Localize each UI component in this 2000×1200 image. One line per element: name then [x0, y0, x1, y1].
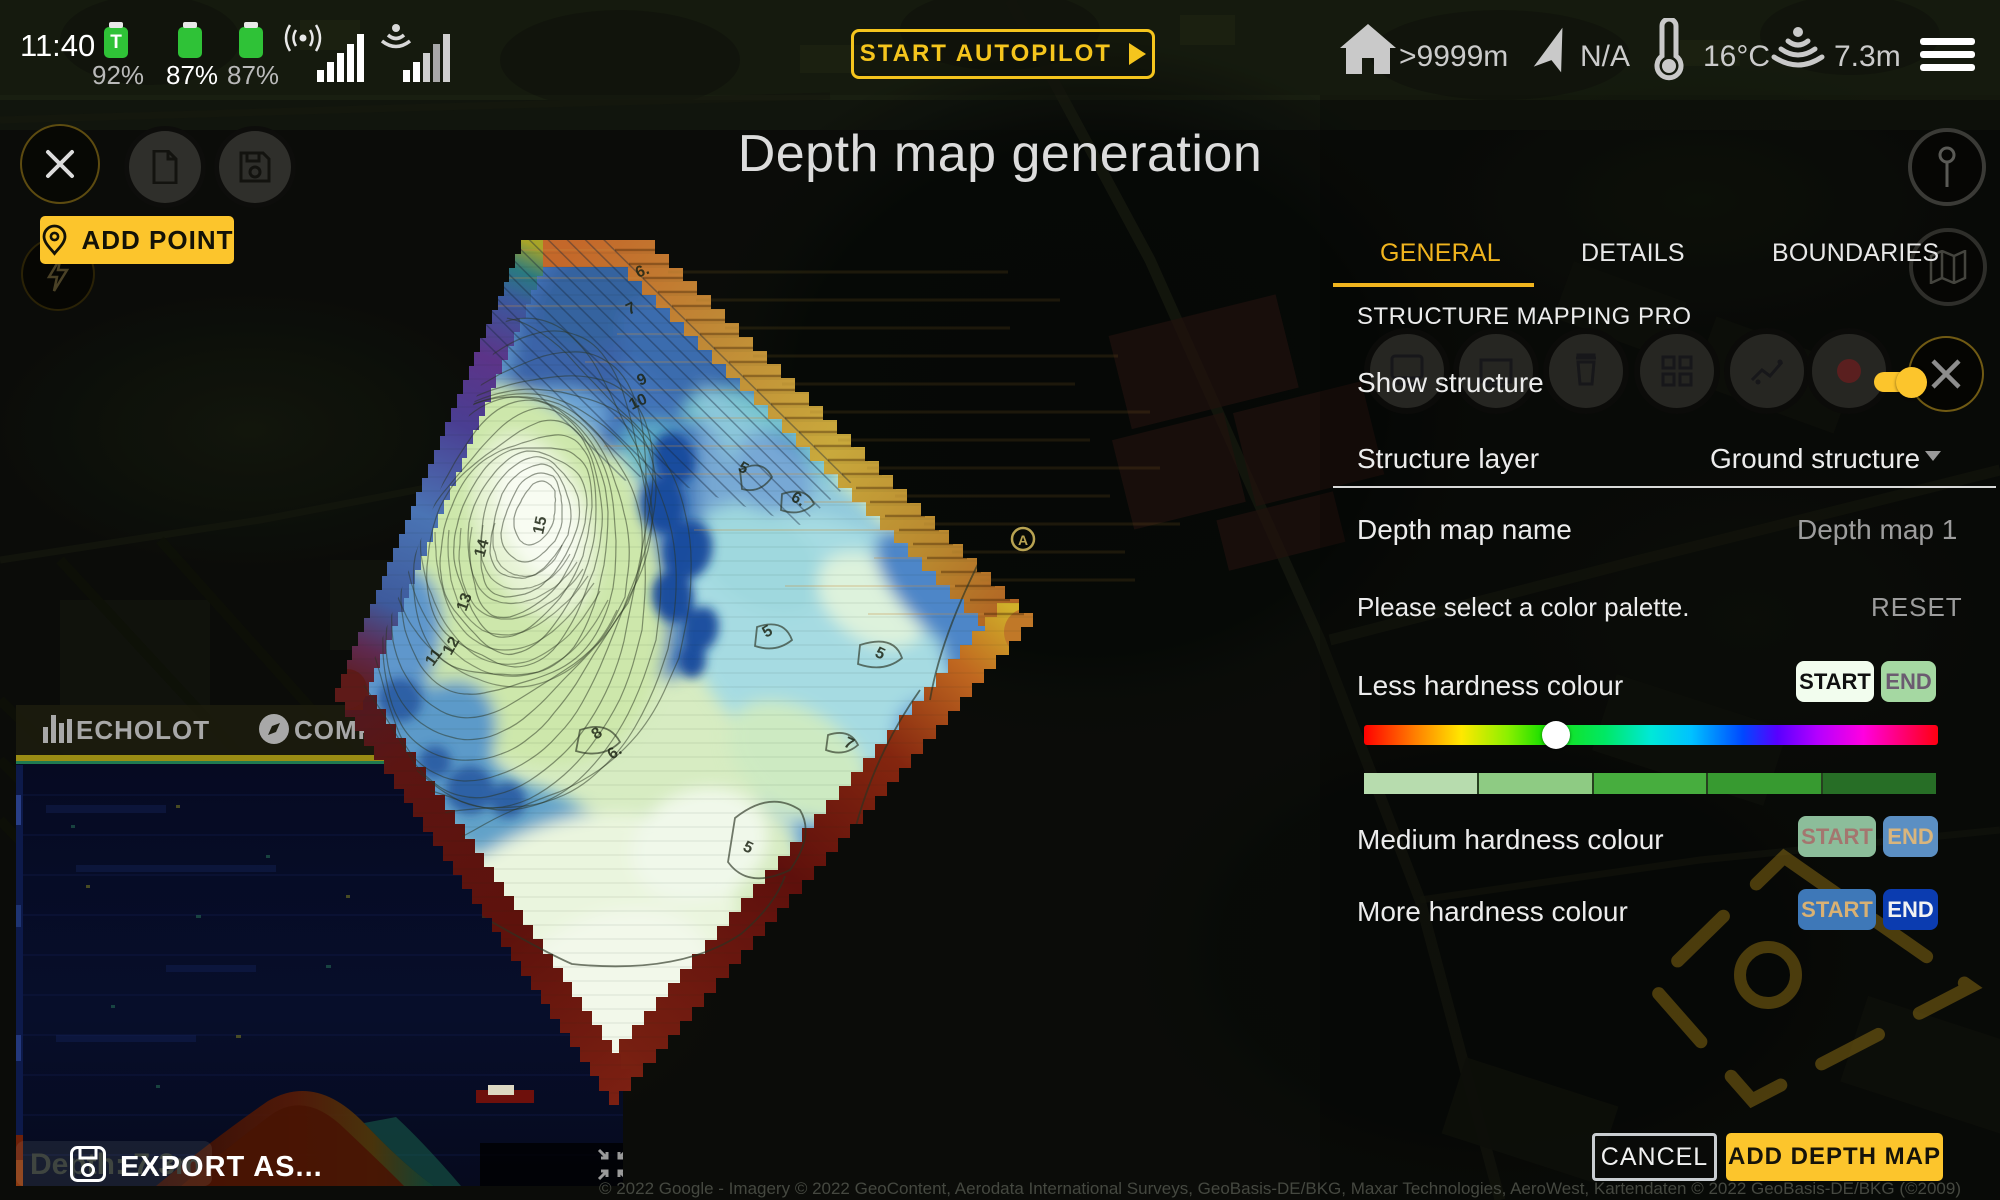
svg-text:A: A	[1018, 532, 1028, 548]
svg-text:5: 5	[448, 891, 462, 910]
svg-text:15: 15	[530, 515, 550, 536]
